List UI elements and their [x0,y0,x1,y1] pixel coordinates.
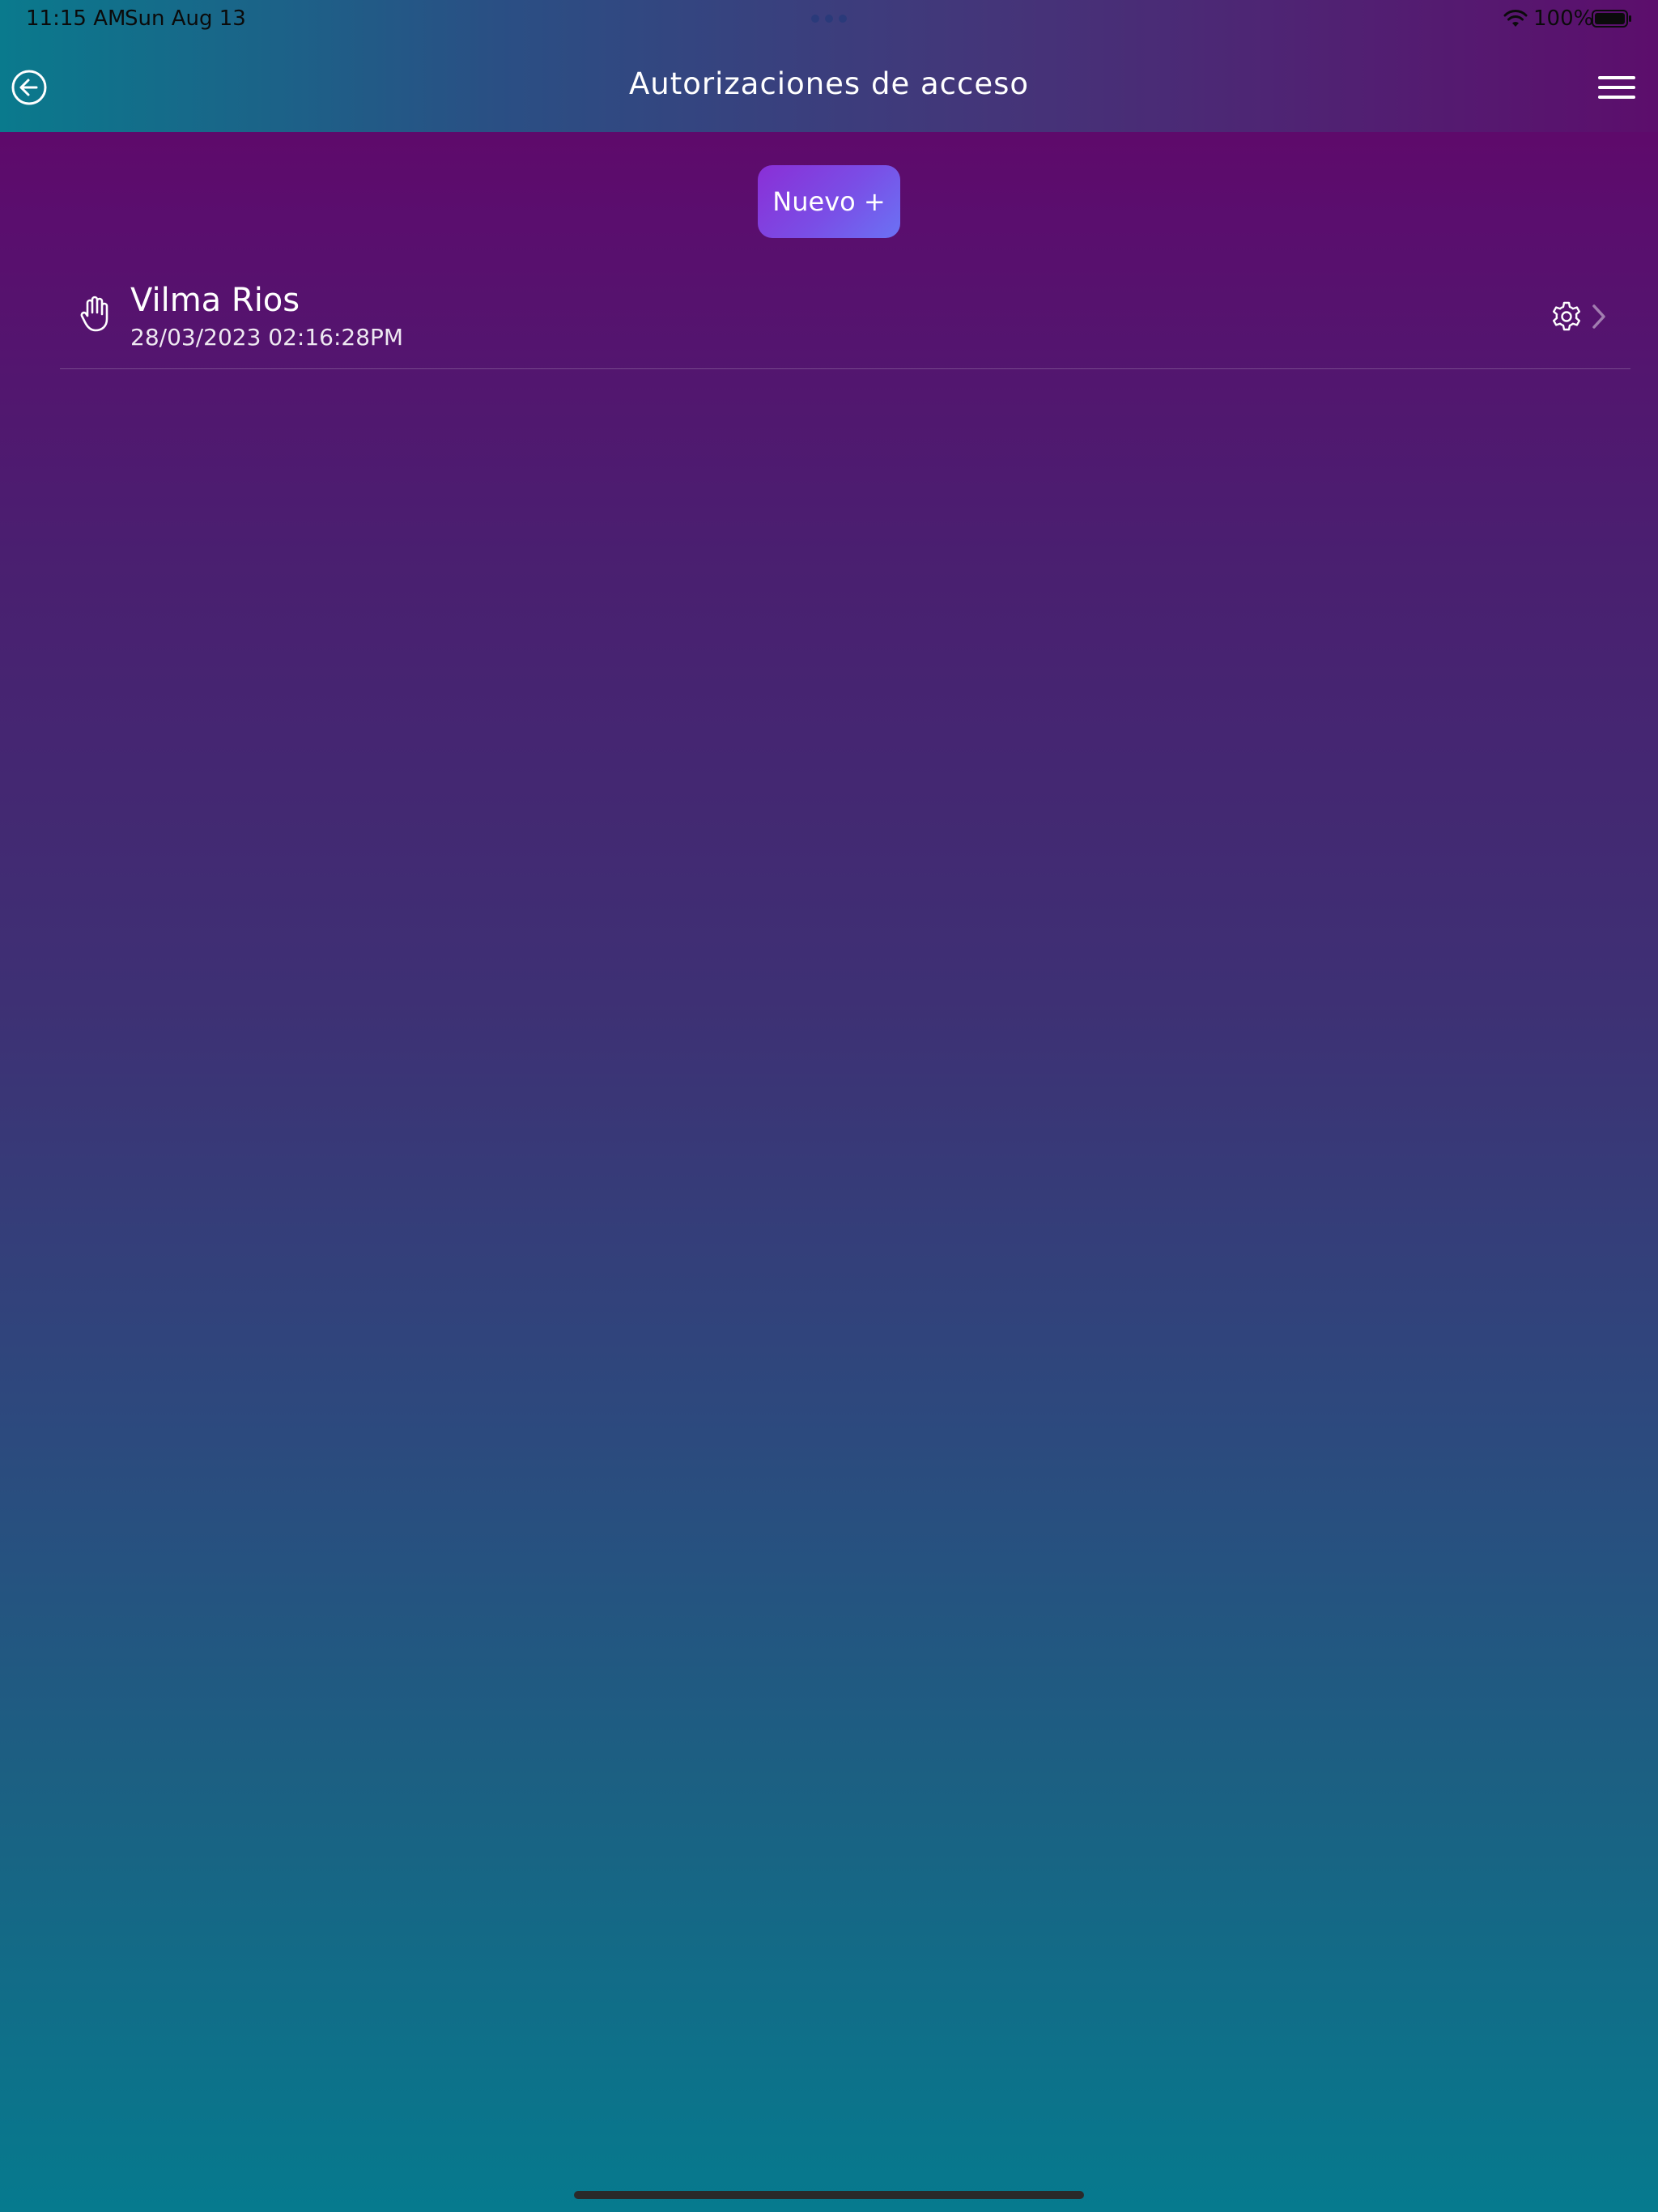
hand-icon [80,296,108,332]
list-divider [60,368,1630,369]
wifi-icon [1503,10,1528,27]
multitasking-dots-icon[interactable] [811,15,847,23]
list-item-date: 28/03/2023 02:16:28PM [130,324,404,351]
battery-percentage: 100% [1533,6,1594,31]
page-title: Autorizaciones de acceso [628,66,1030,101]
menu-button[interactable] [1596,73,1637,102]
list-item[interactable]: Vilma Rios 28/03/2023 02:16:28PM [60,267,1630,369]
status-date: Sun Aug 13 [125,6,246,31]
battery-icon [1592,10,1631,28]
status-bar: 11:15 AM Sun Aug 13 100% [0,0,1658,39]
hamburger-menu-icon [1598,76,1635,99]
gear-icon[interactable] [1551,301,1582,332]
status-time: 11:15 AM [26,6,126,31]
home-indicator[interactable] [574,2191,1084,2199]
list-item-name: Vilma Rios [130,282,300,319]
new-authorization-button[interactable]: Nuevo + [758,165,900,238]
chevron-right-icon [1592,304,1605,329]
